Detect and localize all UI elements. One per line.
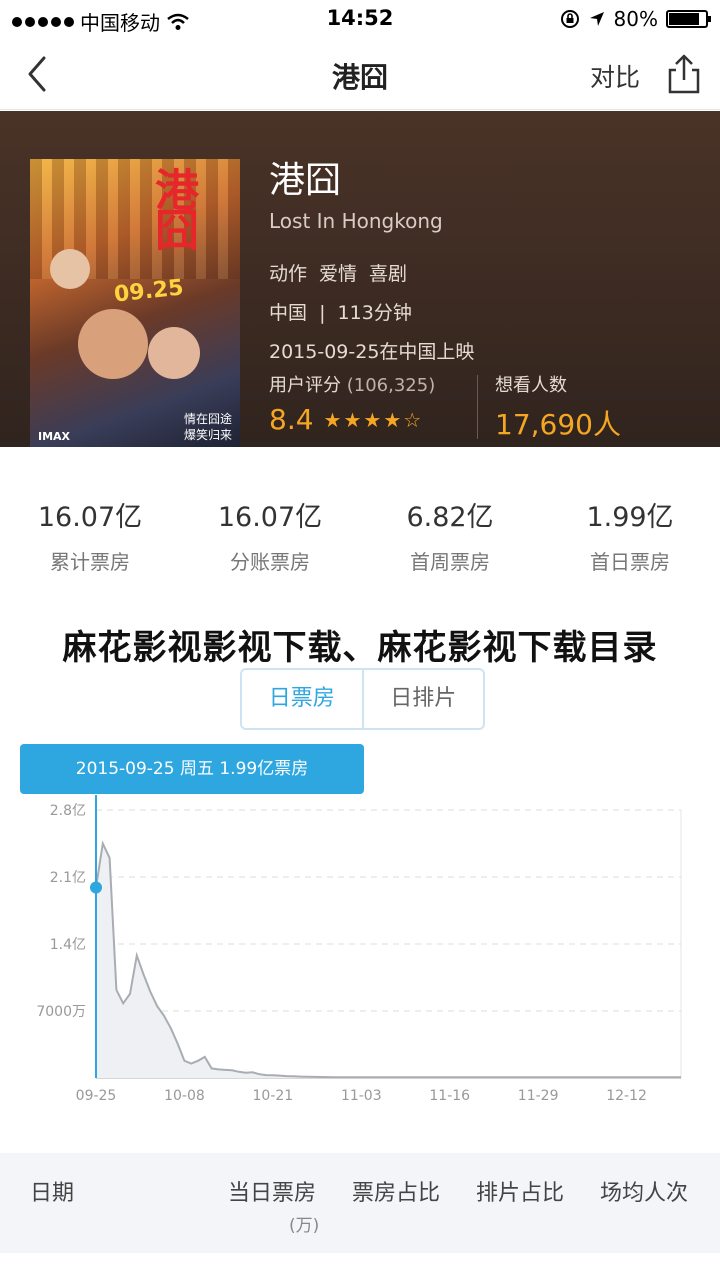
stat-value: 16.07亿: [217, 502, 323, 533]
chart-svg: 7000万 1.4亿 2.1亿 2.8亿 09-25 10-08 10-21 11-03 11-…: [36, 795, 682, 1104]
movie-release-date: 2015-09-25在中国上映: [269, 341, 475, 363]
poster-figure: [50, 249, 90, 289]
chart-tabs: 日票房 日排片: [240, 668, 485, 730]
rotation-lock-icon: [560, 10, 579, 28]
y-tick-label: 2.1亿: [50, 870, 86, 886]
movie-header: 港囧 09.25 IMAX 情在囧途 爆笑归来 港囧 Lost In Hongk…: [0, 111, 720, 447]
poster-date: 09.25: [112, 275, 185, 308]
movie-genres: 动作 爱情 喜剧: [269, 259, 709, 286]
battery-percent: 80%: [613, 7, 658, 31]
nav-bar: 港囧 对比: [0, 38, 720, 110]
stat-value: 6.82亿: [406, 502, 494, 533]
stat-value: 16.07亿: [37, 502, 143, 533]
column-header-daily-box[interactable]: 当日票房: [228, 1175, 316, 1207]
column-header-avg-per-show[interactable]: 场均人次: [600, 1175, 688, 1207]
y-tick-label: 2.8亿: [50, 803, 86, 819]
poster-tagline-line: 爆笑归来: [183, 428, 232, 442]
star-full-icon: ★: [363, 407, 382, 432]
stat-cumulative: 16.07亿 累计票房: [0, 495, 180, 575]
box-office-chart[interactable]: 7000万 1.4亿 2.1亿 2.8亿 09-25 10-08 10-21 11-03 11-…: [0, 740, 720, 1120]
series-line: [95, 840, 681, 1079]
star-full-icon: ★: [323, 407, 342, 432]
poster-imax-logo: IMAX: [38, 430, 71, 443]
x-tick-label: 10-08: [164, 1088, 205, 1104]
series-area: [96, 843, 681, 1078]
star-half-icon: ☆: [403, 407, 422, 432]
poster-figure: [148, 327, 200, 379]
stat-label: 首日票房: [590, 550, 670, 574]
poster-tagline-line: 情在囧途: [183, 412, 232, 426]
stat-first-day: 1.99亿 首日票房: [540, 495, 720, 575]
x-tick-label: 12-12: [606, 1088, 647, 1104]
y-tick-label: 1.4亿: [50, 937, 86, 953]
x-tick-label: 11-03: [341, 1088, 382, 1104]
compare-button[interactable]: 对比: [590, 58, 640, 94]
location-icon: [589, 12, 604, 26]
want-label: 想看人数: [495, 375, 567, 396]
movie-info: 港囧 Lost In Hongkong 动作 爱情 喜剧 中国 | 113分钟 …: [269, 151, 709, 364]
rating-label-row: 用户评分 (106,325): [269, 371, 435, 397]
poster-tagline: 情在囧途 爆笑归来: [184, 411, 232, 443]
movie-poster[interactable]: 港囧 09.25 IMAX 情在囧途 爆笑归来: [30, 159, 240, 447]
x-tick-label: 11-16: [429, 1088, 470, 1104]
column-header-box-share[interactable]: 票房占比: [352, 1175, 440, 1207]
share-icon[interactable]: [664, 52, 704, 96]
x-tick-label: 10-21: [253, 1088, 294, 1104]
genre-tag: 喜剧: [369, 263, 408, 285]
stat-label: 累计票房: [50, 550, 130, 574]
movie-country-duration: 中国 | 113分钟: [269, 302, 412, 324]
y-tick-label: 7000万: [36, 1004, 86, 1020]
rating-score: 8.4: [269, 403, 314, 436]
movie-title-en: Lost In Hongkong: [269, 209, 443, 233]
status-right: 80%: [560, 7, 711, 31]
ratings-row: 用户评分 (106,325) 8.4 ★ ★ ★ ★ ☆ 想看人数 17,690…: [269, 371, 709, 441]
chart-tooltip: 2015-09-25 周五 1.99亿票房: [20, 744, 364, 794]
genre-tag: 动作: [269, 263, 308, 285]
highlight-point: [90, 881, 102, 894]
rating-score-row: 8.4 ★ ★ ★ ★ ☆: [269, 403, 435, 436]
stat-label: 首周票房: [410, 550, 490, 574]
movie-title-cn: 港囧: [269, 160, 342, 201]
overlay-banner: 麻花影视影视下载、麻花影视下载目录: [0, 618, 720, 668]
want-to-watch: 想看人数 17,690人: [495, 371, 621, 443]
user-rating: 用户评分 (106,325) 8.4 ★ ★ ★ ★ ☆: [269, 371, 435, 436]
poster-title: 港囧: [147, 167, 198, 247]
column-header-date[interactable]: 日期: [30, 1175, 74, 1207]
table-header: 日期 当日票房 (万) 票房占比 排片占比 场均人次: [0, 1153, 720, 1253]
rating-label: 用户评分: [269, 375, 341, 396]
rating-stars: ★ ★ ★ ★ ☆: [324, 410, 422, 430]
genre-tag: 爱情: [319, 263, 358, 285]
column-header-screen-share[interactable]: 排片占比: [476, 1175, 564, 1207]
stat-split: 16.07亿 分账票房: [180, 495, 360, 575]
tab-daily-box-office[interactable]: 日票房: [242, 670, 364, 728]
status-bar: 中国移动 14:52 80%: [0, 0, 720, 38]
x-tick-label: 11-29: [518, 1088, 559, 1104]
stat-value: 1.99亿: [586, 502, 674, 533]
star-full-icon: ★: [383, 407, 402, 432]
poster-figure: [78, 309, 148, 379]
stat-first-week: 6.82亿 首周票房: [360, 495, 540, 575]
rating-divider: [477, 375, 478, 439]
column-header-unit: (万): [289, 1216, 320, 1236]
rating-count: (106,325): [346, 375, 436, 396]
overlay-text: 麻花影视影视下载、麻花影视下载目录: [62, 628, 658, 668]
tab-daily-screenings[interactable]: 日排片: [364, 670, 484, 728]
x-tick-label: 09-25: [76, 1088, 117, 1104]
stat-label: 分账票房: [230, 550, 310, 574]
battery-icon: [666, 10, 711, 28]
box-office-stats: 16.07亿 累计票房 16.07亿 分账票房 6.82亿 首周票房 1.99亿…: [0, 495, 720, 575]
want-count: 17,690人: [495, 408, 621, 441]
star-full-icon: ★: [343, 407, 362, 432]
